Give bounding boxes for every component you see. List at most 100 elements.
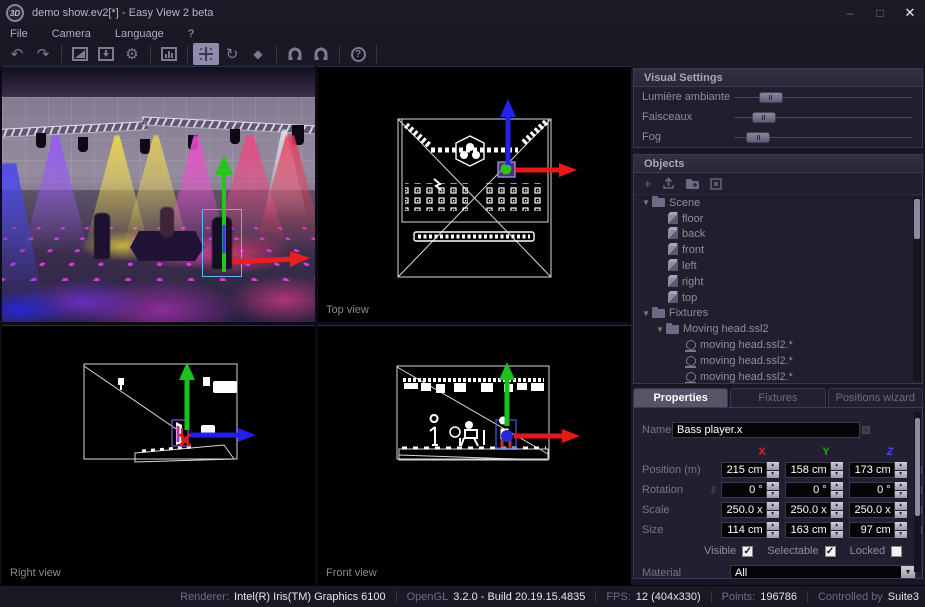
selectable-checkbox[interactable]: ✓ [825,546,836,557]
scale-x-spinner[interactable]: ▲▼ [767,502,779,518]
position-y-spinner[interactable]: ▲▼ [831,462,843,478]
position-row: Position (m) 215 cm▲▼ 158 cm▲▼ 173 cm▲▼ [634,460,922,480]
expand-arrow-icon[interactable]: ▼ [640,309,652,318]
material-dropdown[interactable]: All ▼ [730,565,916,579]
size-x-spinner[interactable]: ▲▼ [767,522,779,538]
viewport-front[interactable]: Front view [318,325,631,585]
rotation-link-icon[interactable]: ⚷ [709,485,716,496]
scale-x-field[interactable]: 250.0 x [721,502,767,518]
tree-item-moving-head[interactable]: moving head.ssl2.* [634,369,922,383]
rotate-tool-icon[interactable]: ↻ [219,43,245,65]
viewport-top[interactable]: Top view [318,66,631,322]
delete-object-icon[interactable] [710,178,722,190]
rotation-z-field[interactable]: 0 ° [849,482,895,498]
rotation-x-field[interactable]: 0 ° [721,482,767,498]
dmx-levels-icon[interactable] [156,43,182,65]
tree-item-left[interactable]: left [634,258,922,274]
menu-camera[interactable]: Camera [52,28,91,40]
undo-icon[interactable]: ↶ [4,43,30,65]
viewport-label: Front view [326,567,377,579]
position-z-field[interactable]: 173 cm [849,462,895,478]
properties-scrollbar[interactable] [914,412,921,572]
rotation-y-spinner[interactable]: ▲▼ [831,482,843,498]
size-y-field[interactable]: 163 cm [785,522,831,538]
beams-slider[interactable] [734,117,912,118]
expand-arrow-icon[interactable]: ▼ [640,198,652,207]
size-y-spinner[interactable]: ▲▼ [831,522,843,538]
rotation-z-spinner[interactable]: ▲▼ [895,482,907,498]
slider-row-fog: Fog [634,127,922,147]
rotation-x-spinner[interactable]: ▲▼ [767,482,779,498]
new-group-icon[interactable] [685,178,700,190]
size-x-field[interactable]: 114 cm [721,522,767,538]
tree-item-scene[interactable]: ▼Scene [634,195,922,211]
tree-item-moving-head-group[interactable]: ▼Moving head.ssl2 [634,321,922,337]
cube-icon [668,293,678,303]
scale-y-field[interactable]: 250.0 x [785,502,831,518]
ambient-slider[interactable] [734,97,912,98]
rotation-y-field[interactable]: 0 ° [785,482,831,498]
objects-panel: Objects + ▼Scene floor back front left [633,154,923,384]
tab-properties[interactable]: Properties [633,388,728,407]
size-z-spinner[interactable]: ▲▼ [895,522,907,538]
toolbar-separator [339,45,340,63]
folder-icon [666,325,679,334]
tree-item-moving-head[interactable]: moving head.ssl2.* [634,337,922,353]
tree-item-moving-head[interactable]: moving head.ssl2.* [634,353,922,369]
menu-help[interactable]: ? [188,28,194,40]
fit-view-icon[interactable] [67,43,93,65]
menu-language[interactable]: Language [115,28,164,40]
tree-item-fixtures[interactable]: ▼Fixtures [634,306,922,322]
tree-scrollbar[interactable] [913,197,921,381]
name-option-button[interactable] [862,426,870,434]
visible-checkbox[interactable]: ✓ [742,546,753,557]
menu-file[interactable]: File [10,28,28,40]
help-icon[interactable]: ? [345,43,371,65]
scale-y-spinner[interactable]: ▲▼ [831,502,843,518]
screenshot-icon[interactable] [93,43,119,65]
cube-icon [668,261,678,271]
app-logo: 3D [6,4,24,22]
scale-z-spinner[interactable]: ▲▼ [895,502,907,518]
viewport-3d[interactable] [2,66,315,322]
minimize-button[interactable]: – [835,1,865,25]
locked-checkbox[interactable] [891,546,902,557]
position-x-spinner[interactable]: ▲▼ [767,462,779,478]
scale-z-field[interactable]: 250.0 x [849,502,895,518]
fog-slider[interactable] [734,137,912,138]
tree-scrollbar-thumb[interactable] [914,199,920,239]
magnet-vertical-icon[interactable] [308,43,334,65]
viewport-right[interactable]: Right view [2,325,315,585]
position-y-field[interactable]: 158 cm [785,462,831,478]
tab-fixtures[interactable]: Fixtures [730,388,825,407]
slider-thumb[interactable] [752,112,776,123]
tree-item-front[interactable]: front [634,242,922,258]
axis-y-label: Y [794,446,858,460]
tree-item-back[interactable]: back [634,227,922,243]
expand-arrow-icon[interactable]: ▼ [654,325,666,334]
redo-icon[interactable]: ↷ [30,43,56,65]
tree-item-label: moving head.ssl2.* [700,339,793,351]
name-input[interactable] [672,422,860,438]
tab-positions-wizard[interactable]: Positions wizard [828,388,923,407]
size-z-field[interactable]: 97 cm [849,522,895,538]
import-object-icon[interactable] [662,177,675,190]
scale-row: Scale 250.0 x▲▼ 250.0 x▲▼ 250.0 x▲▼ [634,500,922,520]
slider-thumb[interactable] [759,92,783,103]
position-z-spinner[interactable]: ▲▼ [895,462,907,478]
settings-gear-icon[interactable]: ⚙ [119,43,145,65]
properties-scrollbar-thumb[interactable] [915,418,920,516]
center-selection-icon[interactable]: ◆ [245,43,271,65]
position-x-field[interactable]: 215 cm [721,462,767,478]
magnet-horizontal-icon[interactable] [282,43,308,65]
tree-item-right[interactable]: right [634,274,922,290]
move-gizmo[interactable] [2,67,315,322]
tree-item-top[interactable]: top [634,290,922,306]
tree-item-floor[interactable]: floor [634,211,922,227]
add-object-icon[interactable]: + [644,176,652,191]
dropdown-arrow-icon[interactable]: ▼ [901,566,915,579]
close-button[interactable]: ✕ [895,1,925,25]
move-tool-icon[interactable] [193,43,219,65]
slider-thumb[interactable] [746,132,770,143]
maximize-button[interactable]: □ [865,1,895,25]
